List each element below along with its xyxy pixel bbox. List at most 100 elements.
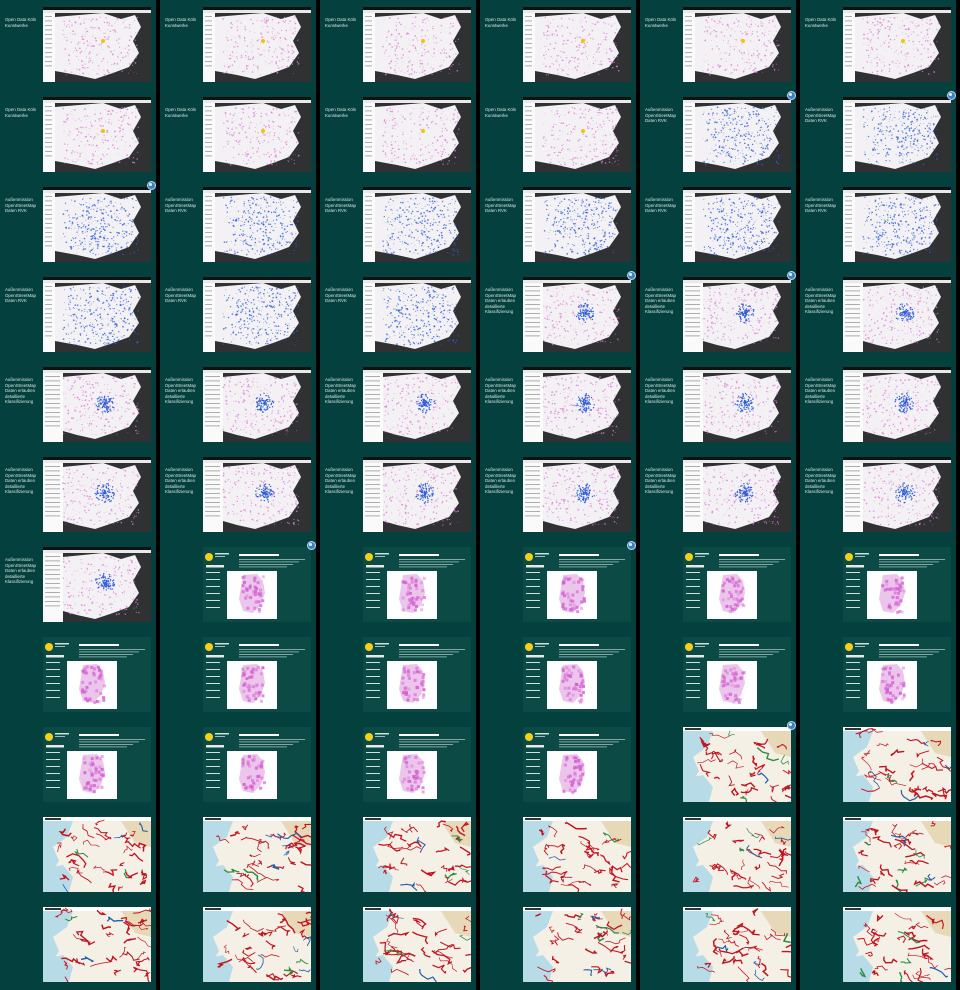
frame-caption: Außenmission OpenStreetMap Daten erlaube… — [325, 467, 356, 495]
slide-frame[interactable]: Außenmission OpenStreetMap Daten RVK — [800, 180, 956, 270]
slide-frame[interactable]: Außenmission OpenStreetMap Daten RVK — [480, 180, 636, 270]
slide-frame[interactable]: Außenmission OpenStreetMap Daten RVK — [0, 270, 156, 360]
slide-frame[interactable]: Außenmission OpenStreetMap Daten RVK — [320, 270, 476, 360]
slide-frame[interactable]: Open Data Köln Kunstwerke — [800, 0, 956, 90]
slide-frame[interactable]: Open Data Köln Kunstwerke — [480, 0, 636, 90]
slide-frame[interactable] — [480, 810, 636, 900]
slide-frame[interactable] — [320, 900, 476, 990]
slide-frame[interactable] — [800, 720, 956, 810]
slide-frame[interactable]: Außenmission OpenStreetMap Daten erlaube… — [480, 450, 636, 540]
slide-frame[interactable]: Außenmission OpenStreetMap Daten erlaube… — [800, 360, 956, 450]
slide-frame[interactable]: Außenmission OpenStreetMap Daten RVK — [160, 180, 316, 270]
frame-thumbnail — [683, 97, 791, 172]
slide-frame[interactable] — [480, 630, 636, 720]
slide-frame[interactable]: Open Data Köln Kunstwerke — [320, 90, 476, 180]
slide-frame[interactable] — [800, 810, 956, 900]
slide-frame[interactable]: Open Data Köln Kunstwerke — [0, 0, 156, 90]
frame-thumbnail — [363, 547, 471, 622]
slide-frame[interactable]: Open Data Köln Kunstwerke — [160, 0, 316, 90]
transition-badge-icon — [787, 721, 796, 730]
slide-frame[interactable] — [480, 900, 636, 990]
frame-caption: Open Data Köln Kunstwerke — [165, 17, 197, 28]
frame-caption: Außenmission OpenStreetMap Daten erlaube… — [645, 467, 676, 495]
frame-caption: Open Data Köln Kunstwerke — [485, 107, 517, 118]
transition-badge-icon — [787, 91, 796, 100]
slide-frame[interactable]: Außenmission OpenStreetMap Daten erlaube… — [480, 270, 636, 360]
slide-frame[interactable]: Open Data Köln Kunstwerke — [160, 90, 316, 180]
slide-frame[interactable] — [0, 630, 156, 720]
slide-frame[interactable] — [320, 630, 476, 720]
frame-caption: Open Data Köln Kunstwerke — [645, 17, 677, 28]
slide-frame[interactable] — [800, 540, 956, 630]
slide-frame[interactable] — [0, 900, 156, 990]
slide-frame[interactable]: Außenmission OpenStreetMap Daten erlaube… — [800, 270, 956, 360]
frame-caption: Open Data Köln Kunstwerke — [325, 107, 357, 118]
frame-caption: Außenmission OpenStreetMap Daten erlaube… — [325, 377, 356, 405]
frame-thumbnail — [203, 457, 311, 532]
frame-caption: Außenmission OpenStreetMap Daten RVK — [485, 197, 516, 214]
frame-thumbnail — [843, 367, 951, 442]
frame-thumbnail — [683, 367, 791, 442]
slide-frame[interactable] — [640, 630, 796, 720]
frame-thumbnail — [683, 727, 791, 802]
slide-frame[interactable] — [640, 900, 796, 990]
frame-thumbnail — [203, 547, 311, 622]
slide-frame[interactable]: Außenmission OpenStreetMap Daten erlaube… — [0, 360, 156, 450]
slide-frame[interactable]: Außenmission OpenStreetMap Daten RVK — [800, 90, 956, 180]
slide-frame[interactable]: Außenmission OpenStreetMap Daten erlaube… — [0, 540, 156, 630]
slide-frame[interactable]: Außenmission OpenStreetMap Daten RVK — [640, 90, 796, 180]
frame-thumbnail — [363, 97, 471, 172]
slide-frame[interactable]: Außenmission OpenStreetMap Daten erlaube… — [160, 450, 316, 540]
slide-frame[interactable] — [480, 540, 636, 630]
slide-frame[interactable]: Außenmission OpenStreetMap Daten erlaube… — [160, 360, 316, 450]
frame-thumbnail — [203, 7, 311, 82]
frame-caption: Außenmission OpenStreetMap Daten erlaube… — [165, 467, 196, 495]
slide-frame[interactable]: Open Data Köln Kunstwerke — [320, 0, 476, 90]
slide-frame[interactable] — [0, 720, 156, 810]
slide-frame[interactable]: Open Data Köln Kunstwerke — [0, 90, 156, 180]
slide-frame[interactable] — [800, 900, 956, 990]
slide-frame[interactable]: Außenmission OpenStreetMap Daten RVK — [160, 270, 316, 360]
slide-frame[interactable]: Außenmission OpenStreetMap Daten RVK — [320, 180, 476, 270]
slide-frame[interactable] — [320, 720, 476, 810]
slide-frame[interactable]: Außenmission OpenStreetMap Daten erlaube… — [0, 450, 156, 540]
frame-caption: Außenmission OpenStreetMap Daten RVK — [5, 287, 36, 304]
frame-caption: Außenmission OpenStreetMap Daten erlaube… — [805, 287, 836, 315]
slide-frame[interactable]: Außenmission OpenStreetMap Daten erlaube… — [640, 450, 796, 540]
frame-thumbnail — [843, 277, 951, 352]
slide-frame[interactable]: Außenmission OpenStreetMap Daten RVK — [0, 180, 156, 270]
slide-frame[interactable]: Außenmission OpenStreetMap Daten erlaube… — [640, 270, 796, 360]
frame-caption: Außenmission OpenStreetMap Daten erlaube… — [805, 377, 836, 405]
slide-frame[interactable] — [800, 630, 956, 720]
slide-frame[interactable] — [160, 810, 316, 900]
slide-frame[interactable]: Open Data Köln Kunstwerke — [480, 90, 636, 180]
slide-frame[interactable] — [640, 810, 796, 900]
frame-caption: Open Data Köln Kunstwerke — [5, 17, 37, 28]
slide-frame[interactable]: Außenmission OpenStreetMap Daten erlaube… — [480, 360, 636, 450]
frame-thumbnail — [203, 817, 311, 892]
transition-badge-icon — [947, 91, 956, 100]
slide-frame[interactable]: Außenmission OpenStreetMap Daten erlaube… — [320, 450, 476, 540]
slide-frame[interactable] — [480, 720, 636, 810]
frame-thumbnail — [843, 547, 951, 622]
frame-thumbnail — [43, 817, 151, 892]
frame-thumbnail — [363, 817, 471, 892]
slide-frame[interactable] — [640, 540, 796, 630]
frame-thumbnail — [683, 7, 791, 82]
slide-frame[interactable]: Außenmission OpenStreetMap Daten erlaube… — [320, 360, 476, 450]
frame-thumbnail — [523, 907, 631, 982]
slide-frame[interactable]: Außenmission OpenStreetMap Daten erlaube… — [800, 450, 956, 540]
slide-frame[interactable]: Open Data Köln Kunstwerke — [640, 0, 796, 90]
slide-frame[interactable] — [160, 720, 316, 810]
frame-thumbnail — [523, 367, 631, 442]
slide-frame[interactable] — [320, 540, 476, 630]
slide-frame[interactable] — [0, 810, 156, 900]
slide-frame[interactable] — [160, 540, 316, 630]
slide-frame[interactable] — [640, 720, 796, 810]
slide-frame[interactable]: Außenmission OpenStreetMap Daten erlaube… — [640, 360, 796, 450]
frame-thumbnail — [363, 457, 471, 532]
slide-frame[interactable] — [160, 630, 316, 720]
slide-frame[interactable] — [160, 900, 316, 990]
slide-frame[interactable]: Außenmission OpenStreetMap Daten RVK — [640, 180, 796, 270]
slide-frame[interactable] — [320, 810, 476, 900]
